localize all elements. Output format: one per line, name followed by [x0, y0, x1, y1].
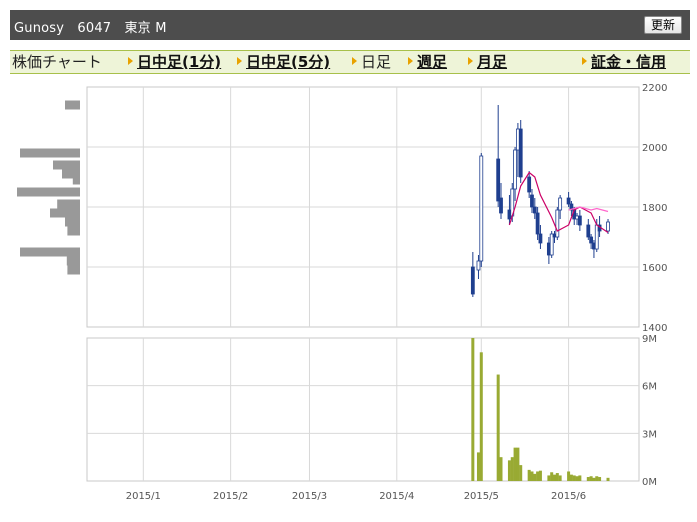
volume-bar — [555, 473, 559, 481]
volume-bar — [538, 470, 542, 481]
x-tick-label: 2015/2 — [213, 491, 248, 502]
volume-bar — [536, 471, 540, 481]
volume-bar — [589, 476, 593, 481]
volume-bar — [572, 475, 576, 481]
x-tick-label: 2015/1 — [126, 491, 161, 502]
volume-y-tick-label: 9M — [642, 334, 657, 345]
candle-body — [555, 209, 560, 238]
price-y-tick-label: 1400 — [642, 323, 667, 334]
volume-profile-bar — [57, 199, 80, 209]
candle-body — [530, 194, 534, 208]
volume-bar — [553, 474, 557, 481]
volume-bar — [598, 477, 602, 481]
volume-bar — [533, 473, 537, 481]
volume-bar — [567, 471, 571, 481]
price-y-tick-label: 1600 — [642, 263, 667, 274]
volume-bar — [578, 475, 582, 481]
candle-body — [479, 155, 484, 262]
volume-profile-bar — [20, 247, 80, 257]
volume-bar — [558, 475, 562, 481]
volume-bar — [516, 447, 520, 481]
x-tick-label: 2015/4 — [379, 491, 414, 502]
candle-body — [532, 206, 537, 214]
x-tick-label: 2015/6 — [551, 491, 586, 502]
x-tick-label: 2015/3 — [292, 491, 327, 502]
volume-y-tick-label: 0M — [642, 477, 657, 488]
volume-profile-bar — [72, 175, 80, 185]
volume-bar — [519, 465, 523, 481]
candle-body — [470, 266, 475, 295]
volume-bar — [510, 457, 514, 481]
volume-profile-bar — [53, 160, 80, 170]
volume-y-tick-label: 6M — [642, 382, 657, 393]
candle-body — [589, 236, 594, 244]
volume-y-tick-label: 3M — [642, 429, 657, 440]
volume-bar — [496, 374, 500, 481]
candle-body — [496, 158, 501, 202]
volume-bar — [592, 477, 596, 481]
candle-body — [527, 176, 532, 193]
stock-chart: 2200 2000 1800 1600 14009M 6M 3M 0M 2015/1 2015/2… — [17, 83, 667, 502]
volume-bar — [530, 471, 534, 481]
volume-profile-bar — [20, 148, 80, 158]
candle-body — [586, 224, 591, 238]
candle-body — [513, 149, 517, 190]
candle-body — [518, 128, 523, 178]
volume-bar — [479, 352, 483, 481]
candle-body — [538, 233, 543, 244]
volume-bar — [569, 474, 573, 481]
candle-body — [577, 215, 582, 226]
volume-bar — [575, 476, 579, 481]
volume-bar — [595, 476, 599, 481]
volume-bar — [507, 460, 511, 481]
volume-profile-bar — [65, 217, 80, 227]
volume-profile-bar — [50, 208, 80, 218]
x-tick-label: 2015/5 — [464, 491, 499, 502]
candle-body — [606, 221, 610, 232]
volume-bar — [547, 475, 551, 481]
volume-profile-bar — [66, 256, 80, 266]
volume-bar — [586, 477, 590, 481]
volume-bar — [476, 452, 480, 481]
candle-body — [476, 260, 481, 271]
candle-body — [566, 197, 571, 205]
volume-bar — [606, 477, 610, 481]
candle-body — [499, 197, 503, 214]
volume-bar — [471, 338, 475, 481]
volume-panel-frame — [86, 337, 640, 482]
candle-body — [558, 197, 563, 211]
price-y-tick-label: 2200 — [642, 83, 667, 94]
volume-profile-bar — [65, 100, 80, 110]
volume-bar — [527, 469, 531, 481]
volume-profile-bar — [67, 226, 80, 236]
price-y-tick-label: 2000 — [642, 143, 667, 154]
volume-bar — [499, 457, 503, 481]
volume-profile-bar — [17, 187, 80, 197]
price-y-tick-label: 1800 — [642, 203, 667, 214]
volume-bar — [513, 447, 517, 481]
volume-profile-bar — [67, 265, 80, 275]
candle-body — [535, 212, 540, 235]
volume-bar — [550, 472, 554, 481]
